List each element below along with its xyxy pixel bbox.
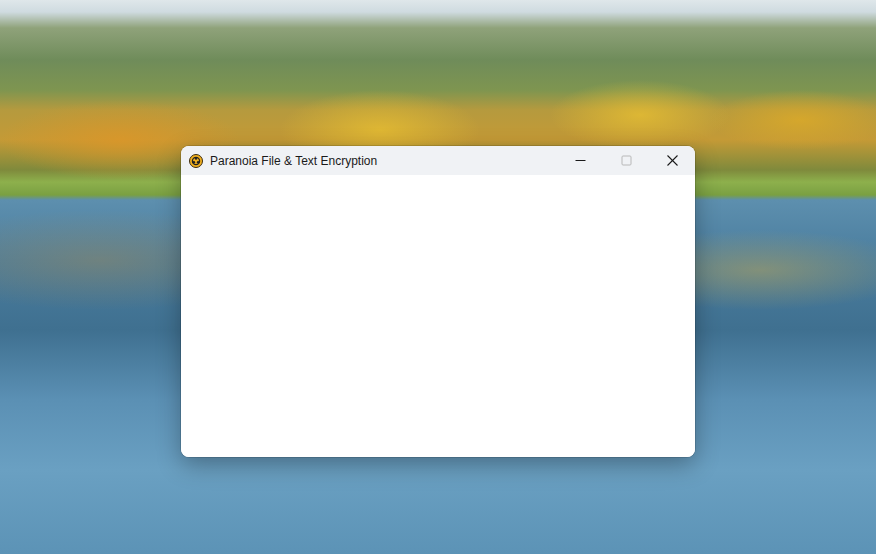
app-window: Paranoia File & Text Encryption [181, 146, 695, 457]
close-button[interactable] [649, 146, 695, 175]
maximize-icon [621, 155, 632, 166]
desktop: Paranoia File & Text Encryption [0, 0, 876, 554]
window-content [181, 175, 695, 457]
window-controls [557, 146, 695, 175]
app-logo-icon [189, 154, 203, 168]
window-title: Paranoia File & Text Encryption [210, 154, 557, 168]
minimize-icon [575, 155, 586, 166]
close-icon [667, 155, 678, 166]
title-bar[interactable]: Paranoia File & Text Encryption [181, 146, 695, 175]
maximize-button [603, 146, 649, 175]
minimize-button[interactable] [557, 146, 603, 175]
